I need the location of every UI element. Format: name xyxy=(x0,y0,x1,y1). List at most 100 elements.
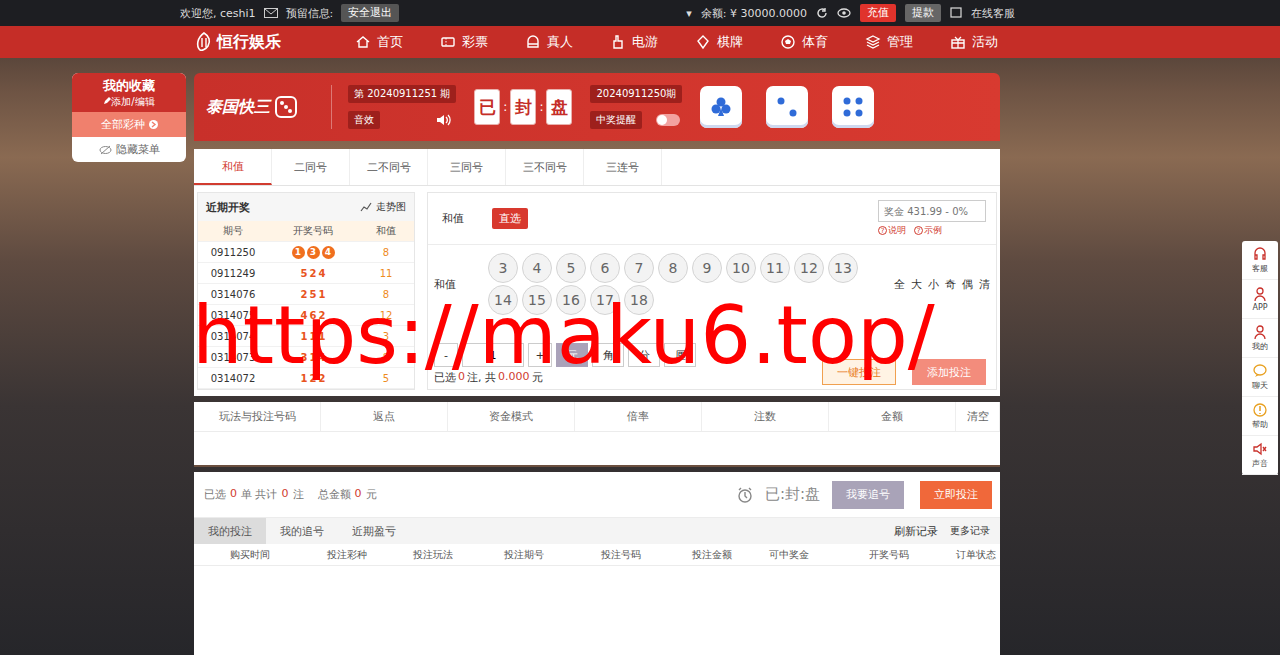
record-tab[interactable]: 近期盈亏 xyxy=(338,518,410,544)
summary-text: 已选0单 共计0注总金额0元 xyxy=(204,487,377,502)
refresh-records[interactable]: 刷新记录 xyxy=(894,524,938,539)
help-link[interactable]: ?说明 xyxy=(878,224,906,237)
play-tab[interactable]: 二同号 xyxy=(272,149,350,185)
side-tool[interactable]: APP xyxy=(1242,280,1278,319)
number-ball[interactable]: 6 xyxy=(590,253,620,283)
side-tool[interactable]: 声音 xyxy=(1242,436,1278,475)
online-service[interactable]: 在线客服 xyxy=(971,6,1015,21)
record-columns: 购买时间投注彩种投注玩法投注期号投注号码投注金额可中奖金开奖号码订单状态 xyxy=(194,544,1000,566)
submit-button[interactable]: 立即投注 xyxy=(920,481,992,509)
unit-button[interactable]: 厘 xyxy=(664,343,696,367)
nav-item[interactable]: 体育 xyxy=(780,33,865,51)
quick-bet-button[interactable]: 一键投注 xyxy=(822,359,896,385)
draw-numbers: 111 xyxy=(268,331,358,342)
side-tool[interactable]: 我的 xyxy=(1242,319,1278,358)
die-four-icon xyxy=(840,94,866,120)
notify-toggle[interactable] xyxy=(656,114,680,126)
draw-numbers: 314 xyxy=(268,352,358,363)
column-header: 投注期号 xyxy=(478,544,570,565)
draw-numbers: 251 xyxy=(268,289,358,300)
summary-orders: 0 xyxy=(230,487,237,502)
side-tool[interactable]: 客服 xyxy=(1242,241,1278,280)
multiplier-field xyxy=(462,343,524,367)
number-ball[interactable]: 18 xyxy=(624,285,654,315)
play-tab[interactable]: 三不同号 xyxy=(506,149,584,185)
mode-button[interactable]: 直选 xyxy=(492,208,528,229)
refresh-icon xyxy=(816,7,828,19)
draw-number: 1 xyxy=(310,352,317,363)
number-ball[interactable]: 14 xyxy=(488,285,518,315)
example-label: 示例 xyxy=(924,224,942,237)
quick-button[interactable]: 偶 xyxy=(962,277,973,292)
play-tab[interactable]: 和值 xyxy=(194,149,272,185)
issue-cell: 0314074 xyxy=(198,331,268,342)
logout-button[interactable]: 安全退出 xyxy=(341,4,399,22)
number-ball[interactable]: 7 xyxy=(624,253,654,283)
more-records[interactable]: 更多记录 xyxy=(950,524,990,538)
number-ball[interactable]: 11 xyxy=(760,253,790,283)
recent-row: 03140762518 xyxy=(198,284,414,305)
number-ball[interactable]: 12 xyxy=(794,253,824,283)
plus-button[interactable]: + xyxy=(528,343,552,367)
number-ball[interactable]: 9 xyxy=(692,253,722,283)
unit-button[interactable]: 分 xyxy=(628,343,660,367)
nav-item[interactable]: 活动 xyxy=(950,33,1035,51)
trend-link[interactable]: 走势图 xyxy=(360,200,406,214)
side-tool[interactable]: 聊天 xyxy=(1242,358,1278,397)
chase-button[interactable]: 我要追号 xyxy=(832,481,904,509)
nav-item[interactable]: 电游 xyxy=(610,33,695,51)
sidebar-item[interactable]: 全部彩种 xyxy=(72,112,186,137)
dice-logo-icon xyxy=(274,95,298,119)
number-ball[interactable]: 5 xyxy=(556,253,586,283)
nav-item[interactable]: 管理 xyxy=(865,33,950,51)
quick-button[interactable]: 奇 xyxy=(945,277,956,292)
example-link[interactable]: ?示例 xyxy=(914,224,942,237)
number-ball[interactable]: 3 xyxy=(488,253,518,283)
summary-bar: 已选0单 共计0注总金额0元已:封:盘我要追号立即投注 xyxy=(194,472,1000,518)
column-header[interactable]: 清空 xyxy=(956,402,1000,431)
play-tab[interactable]: 三同号 xyxy=(428,149,506,185)
chat-icon xyxy=(950,7,962,19)
draw-number: 1 xyxy=(310,331,317,342)
recharge-button[interactable]: 充值 xyxy=(860,4,896,22)
nav-item[interactable]: 彩票 xyxy=(440,33,525,51)
nav-item[interactable]: 真人 xyxy=(525,33,610,51)
help-mark-circle: ? xyxy=(914,226,923,235)
sidebar-item[interactable]: 隐藏菜单 xyxy=(72,137,186,162)
row-label: 和值 xyxy=(434,277,488,292)
unit-button[interactable]: 元 xyxy=(556,343,588,367)
column-header: 返点 xyxy=(321,402,448,431)
number-ball[interactable]: 8 xyxy=(658,253,688,283)
quick-button[interactable]: 清 xyxy=(979,277,990,292)
number-ball[interactable]: 17 xyxy=(590,285,620,315)
record-tab[interactable]: 我的追号 xyxy=(266,518,338,544)
number-ball[interactable]: 15 xyxy=(522,285,552,315)
draw-number: 3 xyxy=(301,352,308,363)
nav-item[interactable]: 首页 xyxy=(355,33,440,51)
edit-link[interactable]: 添加/编辑 xyxy=(78,95,180,109)
tool-label: 聊天 xyxy=(1252,380,1268,391)
record-tab[interactable]: 我的投注 xyxy=(194,518,266,544)
play-tab[interactable]: 三连号 xyxy=(584,149,662,185)
quick-button[interactable]: 大 xyxy=(911,277,922,292)
play-tab[interactable]: 二不同号 xyxy=(350,149,428,185)
number-ball[interactable]: 4 xyxy=(522,253,552,283)
add-bet-button[interactable]: 添加投注 xyxy=(912,359,986,385)
countdown-separator: : xyxy=(539,100,543,114)
quick-button[interactable]: 全 xyxy=(894,277,905,292)
minus-button[interactable]: - xyxy=(434,343,458,367)
prize-input[interactable] xyxy=(878,200,986,222)
recent-draws: 近期开奖走势图期号开奖号码和值0911250134809112495241103… xyxy=(197,192,415,390)
summary-bets: 0 xyxy=(282,487,289,502)
number-ball[interactable]: 10 xyxy=(726,253,756,283)
withdraw-button[interactable]: 提款 xyxy=(905,4,941,22)
unit-button[interactable]: 角 xyxy=(592,343,624,367)
side-tool[interactable]: 帮助 xyxy=(1242,397,1278,436)
number-ball[interactable]: 16 xyxy=(556,285,586,315)
quick-button[interactable]: 小 xyxy=(928,277,939,292)
number-ball[interactable]: 13 xyxy=(828,253,858,283)
column-header: 注数 xyxy=(702,402,829,431)
multiplier-input[interactable] xyxy=(467,349,519,362)
site-logo[interactable]: 恒行娱乐 xyxy=(195,32,355,53)
nav-item[interactable]: 棋牌 xyxy=(695,33,780,51)
